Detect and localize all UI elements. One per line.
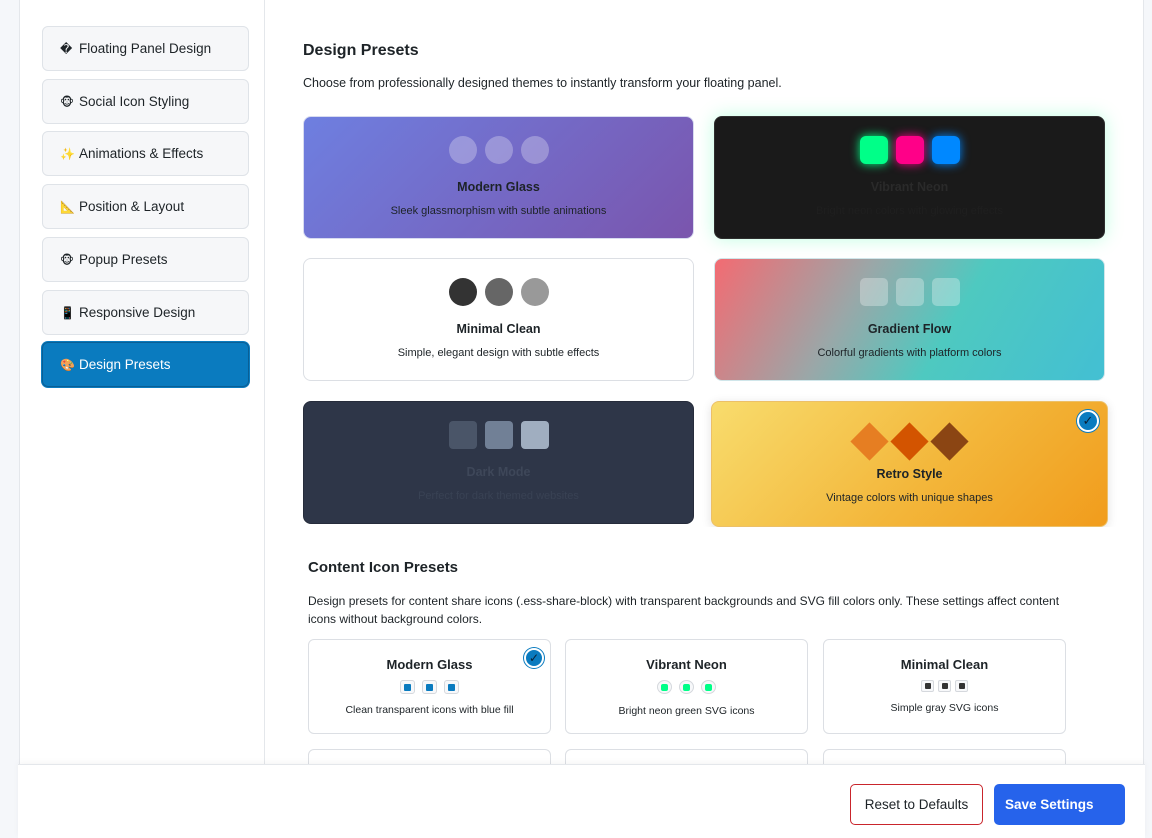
sidebar-item-label: Position & Layout <box>79 199 185 214</box>
content-preset-icons <box>824 680 1065 692</box>
share-icon-sample <box>955 680 968 692</box>
design-presets-title: Design Presets <box>303 42 419 59</box>
preset-name: Vibrant Neon <box>870 180 949 194</box>
sidebar: � Floating Panel Design 🐵 Social Icon St… <box>20 0 265 838</box>
preset-swatches <box>304 421 693 449</box>
palette-icon: 🎨 <box>60 357 75 372</box>
content-preset-description: Clean transparent icons with blue fill <box>345 704 514 716</box>
share-icon-sample <box>921 680 934 692</box>
preset-card-minimal-clean[interactable]: Minimal Clean Simple, elegant design wit… <box>303 258 694 381</box>
preset-swatches <box>712 421 1107 461</box>
preset-name: Gradient Flow <box>867 322 952 336</box>
sidebar-item-label: Design Presets <box>79 357 171 372</box>
swatch <box>859 278 888 306</box>
settings-footer: Reset to Defaults Save Settings <box>18 764 1145 838</box>
sidebar-item-label: Popup Presets <box>79 252 168 267</box>
preset-card-gradient-flow[interactable]: Gradient Flow Colorful gradients with pl… <box>714 258 1105 381</box>
share-icon-sample <box>444 680 459 694</box>
share-icon-sample <box>701 680 716 694</box>
sidebar-item-position-layout[interactable]: 📐 Position & Layout <box>42 184 249 229</box>
swatch <box>520 421 549 449</box>
content-preset-name: Vibrant Neon <box>646 657 727 672</box>
selected-check-icon: ✓ <box>524 648 544 668</box>
reset-to-defaults-button[interactable]: Reset to Defaults <box>850 784 983 825</box>
preset-description: Perfect for dark themed websites <box>418 490 579 502</box>
preset-swatches <box>715 136 1104 164</box>
preset-description: Bright neon colors with glowing effects <box>816 205 1003 217</box>
sidebar-item-label: Social Icon Styling <box>79 94 190 109</box>
content-presets-description: Design presets for content share icons (… <box>308 594 1060 626</box>
share-icon-sample <box>679 680 694 694</box>
sidebar-item-animations-effects[interactable]: ✨ Animations & Effects <box>42 131 249 176</box>
swatch <box>448 421 477 449</box>
preset-card-vibrant-neon[interactable]: Vibrant Neon Bright neon colors with glo… <box>714 116 1105 239</box>
save-settings-button[interactable]: Save Settings <box>994 784 1125 825</box>
swatch <box>520 278 549 306</box>
sidebar-item-design-presets[interactable]: 🎨 Design Presets <box>42 342 249 387</box>
swatch <box>520 136 549 164</box>
content-preset-icons <box>309 680 550 694</box>
settings-frame: � Floating Panel Design 🐵 Social Icon St… <box>19 0 1144 838</box>
preset-name: Modern Glass <box>457 180 540 194</box>
diamond-swatch <box>930 421 969 461</box>
content-preset-card-vibrant-neon[interactable]: Vibrant Neon Bright neon green SVG icons <box>565 639 808 734</box>
sidebar-item-floating-panel-design[interactable]: � Floating Panel Design <box>42 26 249 71</box>
mobile-phone-icon: 📱 <box>60 305 75 320</box>
share-icon-sample <box>657 680 672 694</box>
preset-description: Colorful gradients with platform colors <box>817 347 1002 359</box>
swatch <box>859 136 888 164</box>
preset-swatches <box>304 136 693 164</box>
sidebar-item-label: Responsive Design <box>79 305 196 320</box>
diamond-swatch <box>850 421 889 461</box>
panel-icon: � <box>60 41 73 56</box>
preset-description: Vintage colors with unique shapes <box>826 492 993 504</box>
swatch <box>484 421 513 449</box>
preset-card-dark-mode[interactable]: Dark Mode Perfect for dark themed websit… <box>303 401 694 524</box>
swatch <box>448 278 477 306</box>
content-preset-name: Modern Glass <box>386 657 473 672</box>
ruler-icon: 📐 <box>60 199 75 214</box>
content-presets-title: Content Icon Presets <box>308 559 459 576</box>
main-content: Design Presets Choose from professionall… <box>266 0 1144 838</box>
content-preset-card-minimal-clean[interactable]: Minimal Clean Simple gray SVG icons <box>823 639 1066 734</box>
sidebar-item-responsive-design[interactable]: 📱 Responsive Design <box>42 290 249 335</box>
content-preset-description: Simple gray SVG icons <box>890 702 999 714</box>
sidebar-item-label: Animations & Effects <box>79 146 204 161</box>
swatch <box>484 278 513 306</box>
monkey-icon: 🐵 <box>60 252 74 267</box>
preset-description: Sleek glassmorphism with subtle animatio… <box>390 205 607 217</box>
swatch <box>931 278 960 306</box>
swatch <box>484 136 513 164</box>
preset-swatches <box>715 278 1104 306</box>
swatch <box>448 136 477 164</box>
share-icon-sample <box>422 680 437 694</box>
preset-card-modern-glass[interactable]: Modern Glass Sleek glassmorphism with su… <box>303 116 694 239</box>
share-icon-sample <box>400 680 415 694</box>
content-preset-icons <box>566 680 807 694</box>
diamond-swatch <box>890 421 929 461</box>
selected-check-icon: ✓ <box>1077 410 1099 432</box>
swatch <box>895 278 924 306</box>
sparkles-icon: ✨ <box>60 146 75 161</box>
swatch <box>895 136 924 164</box>
monkey-icon: 🐵 <box>60 94 74 109</box>
swatch <box>931 136 960 164</box>
content-preset-description: Bright neon green SVG icons <box>618 705 755 717</box>
preset-name: Dark Mode <box>466 465 531 479</box>
sidebar-item-social-icon-styling[interactable]: 🐵 Social Icon Styling <box>42 79 249 124</box>
preset-name: Retro Style <box>876 467 943 481</box>
content-preset-name: Minimal Clean <box>900 657 989 672</box>
preset-swatches <box>304 278 693 306</box>
design-presets-description: Choose from professionally designed them… <box>303 76 782 90</box>
sidebar-item-label: Floating Panel Design <box>79 41 212 56</box>
preset-name: Minimal Clean <box>456 322 541 336</box>
sidebar-item-popup-presets[interactable]: 🐵 Popup Presets <box>42 237 249 282</box>
content-preset-card-modern-glass[interactable]: Modern Glass Clean transparent icons wit… <box>308 639 551 734</box>
share-icon-sample <box>938 680 951 692</box>
preset-card-retro-style[interactable]: Retro Style Vintage colors with unique s… <box>711 401 1108 527</box>
preset-description: Simple, elegant design with subtle effec… <box>397 347 600 359</box>
